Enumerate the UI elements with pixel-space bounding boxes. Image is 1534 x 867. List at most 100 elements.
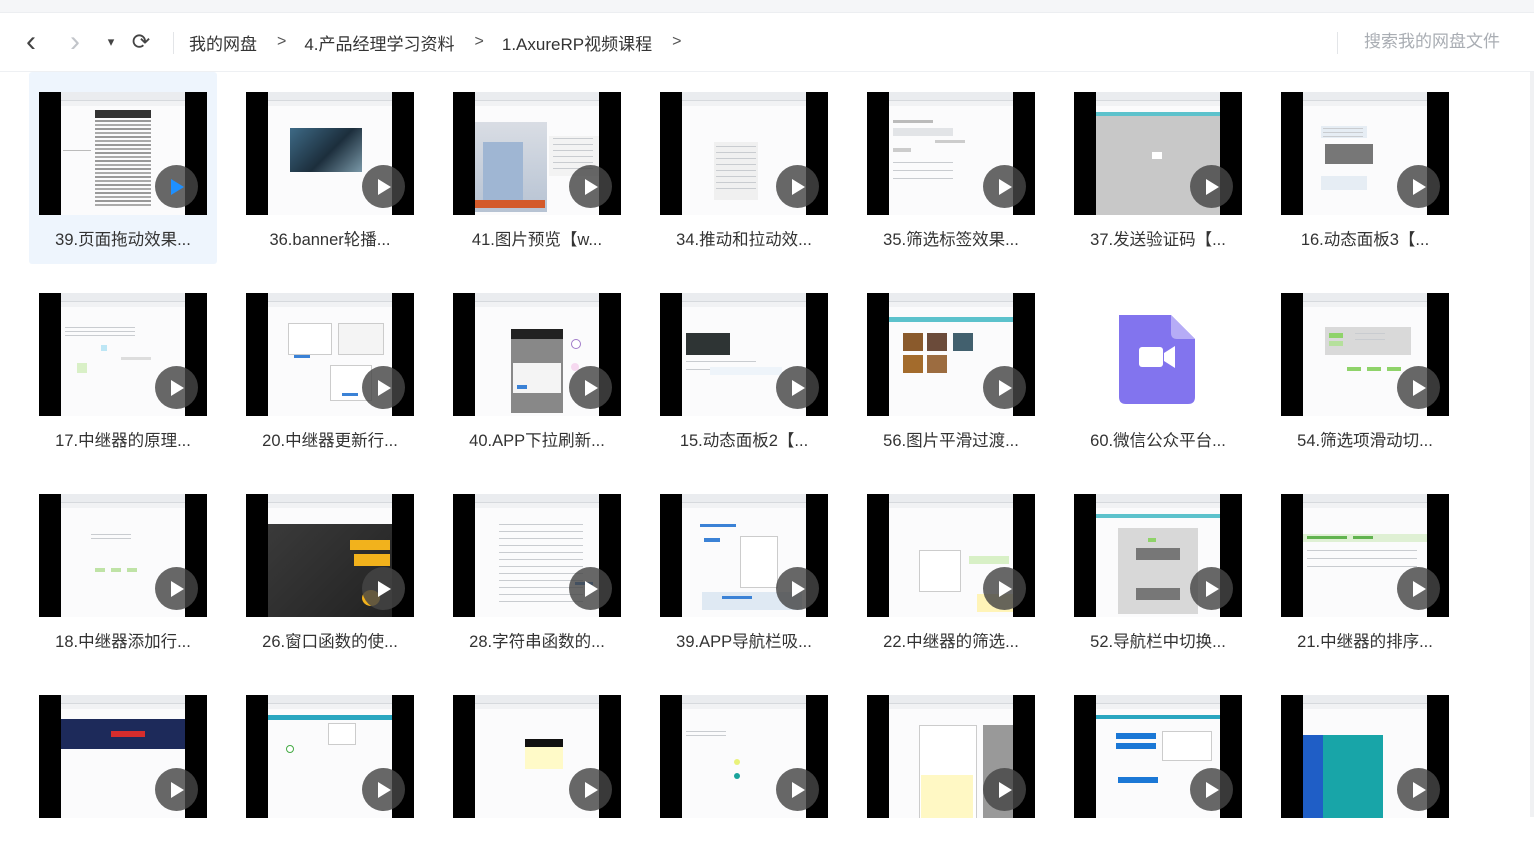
play-icon[interactable] <box>1190 768 1233 811</box>
thumbnail-app-bar <box>682 494 806 503</box>
play-icon[interactable] <box>155 567 198 610</box>
play-icon[interactable] <box>362 165 405 208</box>
thumbnail-app-toolbar <box>1096 101 1220 106</box>
file-name: 37.发送验证码【... <box>1090 231 1226 249</box>
play-icon[interactable] <box>1397 768 1440 811</box>
file-tile[interactable]: 39.APP导航栏吸... <box>650 474 838 666</box>
play-icon[interactable] <box>983 165 1026 208</box>
play-icon[interactable] <box>1190 567 1233 610</box>
play-icon[interactable] <box>155 165 198 208</box>
file-tile[interactable]: 36.banner轮播... <box>236 72 424 264</box>
chevron-right-icon[interactable]: › <box>62 13 88 71</box>
thumbnail-shape <box>342 393 358 396</box>
file-tile[interactable]: 52.导航栏中切换... <box>1064 474 1252 666</box>
play-icon[interactable] <box>776 165 819 208</box>
file-name: 26.窗口函数的使... <box>262 633 398 651</box>
play-icon[interactable] <box>569 366 612 409</box>
file-tile[interactable] <box>1064 675 1252 867</box>
file-tile[interactable]: 15.动态面板2【... <box>650 273 838 465</box>
play-icon[interactable] <box>776 567 819 610</box>
file-tile[interactable]: 20.中继器更新行... <box>236 273 424 465</box>
file-tile[interactable]: 39.页面拖动效果... <box>29 72 217 264</box>
search-box[interactable] <box>1348 13 1534 71</box>
play-icon[interactable] <box>983 567 1026 610</box>
breadcrumb-item-root[interactable]: 我的网盘 <box>189 30 257 55</box>
thumbnail-app-bar <box>268 695 392 704</box>
breadcrumb-item-current[interactable]: 1.AxureRP视频课程 <box>502 30 652 55</box>
thumbnail-shape <box>350 540 390 550</box>
file-tile[interactable] <box>857 675 1045 867</box>
thumbnail-shape <box>95 180 151 182</box>
play-icon[interactable] <box>362 366 405 409</box>
file-tile[interactable]: 21.中继器的排序... <box>1271 474 1459 666</box>
thumbnail-app-toolbar <box>889 302 1013 307</box>
breadcrumb-separator-trailing[interactable]: > <box>672 33 681 51</box>
file-tile[interactable]: 28.字符串函数的... <box>443 474 631 666</box>
video-thumbnail <box>1281 293 1449 416</box>
file-tile[interactable] <box>29 675 217 867</box>
thumbnail-shape <box>77 363 87 373</box>
thumbnail-text-line <box>1323 128 1363 129</box>
file-tile[interactable]: 22.中继器的筛选... <box>857 474 1045 666</box>
video-thumbnail <box>246 494 414 617</box>
file-tile[interactable]: 41.图片预览【w... <box>443 72 631 264</box>
play-icon[interactable] <box>1397 366 1440 409</box>
file-tile[interactable]: 60.微信公众平台... <box>1064 273 1252 465</box>
file-grid: 39.页面拖动效果... 36.banner轮播... 41.图片预览【w... 34… <box>0 72 1528 818</box>
file-tile[interactable]: 18.中继器添加行... <box>29 474 217 666</box>
caret-down-icon[interactable]: ▾ <box>102 13 120 71</box>
play-icon[interactable] <box>155 768 198 811</box>
play-icon[interactable] <box>569 768 612 811</box>
file-tile[interactable] <box>443 675 631 867</box>
file-tile[interactable]: 34.推动和拉动效... <box>650 72 838 264</box>
file-tile[interactable]: 37.发送验证码【... <box>1064 72 1252 264</box>
play-icon[interactable] <box>776 366 819 409</box>
play-icon[interactable] <box>983 366 1026 409</box>
file-tile[interactable] <box>236 675 424 867</box>
file-tile[interactable]: 35.筛选标签效果... <box>857 72 1045 264</box>
file-name: 54.筛选项滑动切... <box>1297 432 1433 450</box>
thumbnail-app-bar <box>475 293 599 302</box>
play-icon[interactable] <box>569 567 612 610</box>
thumbnail-app-toolbar <box>268 704 392 709</box>
thumbnail-shape <box>338 323 384 355</box>
thumbnail-shape <box>1387 367 1401 371</box>
play-icon[interactable] <box>362 768 405 811</box>
thumbnail-text-line <box>553 138 593 139</box>
file-tile[interactable]: 56.图片平滑过渡... <box>857 273 1045 465</box>
thumbnail-app-toolbar <box>682 302 806 307</box>
breadcrumb-item-folder[interactable]: 4.产品经理学习资料 <box>304 30 454 55</box>
play-icon[interactable] <box>569 165 612 208</box>
file-tile[interactable]: 16.动态面板3【... <box>1271 72 1459 264</box>
thumbnail-text-line <box>716 146 756 147</box>
refresh-icon[interactable]: ⟳ <box>128 13 154 71</box>
thumbnail-shape <box>354 554 390 566</box>
play-icon[interactable] <box>1397 165 1440 208</box>
thumbnail-app-toolbar <box>1303 704 1427 709</box>
thumbnail-shape <box>525 739 563 747</box>
file-tile[interactable] <box>650 675 838 867</box>
play-icon[interactable] <box>776 768 819 811</box>
file-tile[interactable]: 54.筛选项滑动切... <box>1271 273 1459 465</box>
thumbnail-shape <box>927 355 947 373</box>
thumbnail-text-line <box>499 566 583 567</box>
chevron-left-icon[interactable]: ‹ <box>18 13 44 71</box>
play-icon[interactable] <box>155 366 198 409</box>
scrollbar[interactable] <box>1530 72 1534 817</box>
file-tile[interactable]: 26.窗口函数的使... <box>236 474 424 666</box>
thumbnail-text-line <box>499 531 583 532</box>
file-tile[interactable] <box>1271 675 1459 867</box>
play-icon[interactable] <box>983 768 1026 811</box>
play-icon[interactable] <box>1190 165 1233 208</box>
thumbnail-app-bar <box>889 293 1013 302</box>
play-icon[interactable] <box>362 567 405 610</box>
thumbnail-shape <box>889 317 1013 322</box>
search-input[interactable] <box>1348 32 1534 52</box>
play-icon[interactable] <box>1397 567 1440 610</box>
file-tile[interactable]: 17.中继器的原理... <box>29 273 217 465</box>
thumbnail-text-line <box>686 361 756 362</box>
thumbnail-text-line <box>1307 566 1417 567</box>
video-thumbnail <box>660 695 828 818</box>
file-tile[interactable]: 40.APP下拉刷新... <box>443 273 631 465</box>
file-name: 52.导航栏中切换... <box>1090 633 1226 651</box>
